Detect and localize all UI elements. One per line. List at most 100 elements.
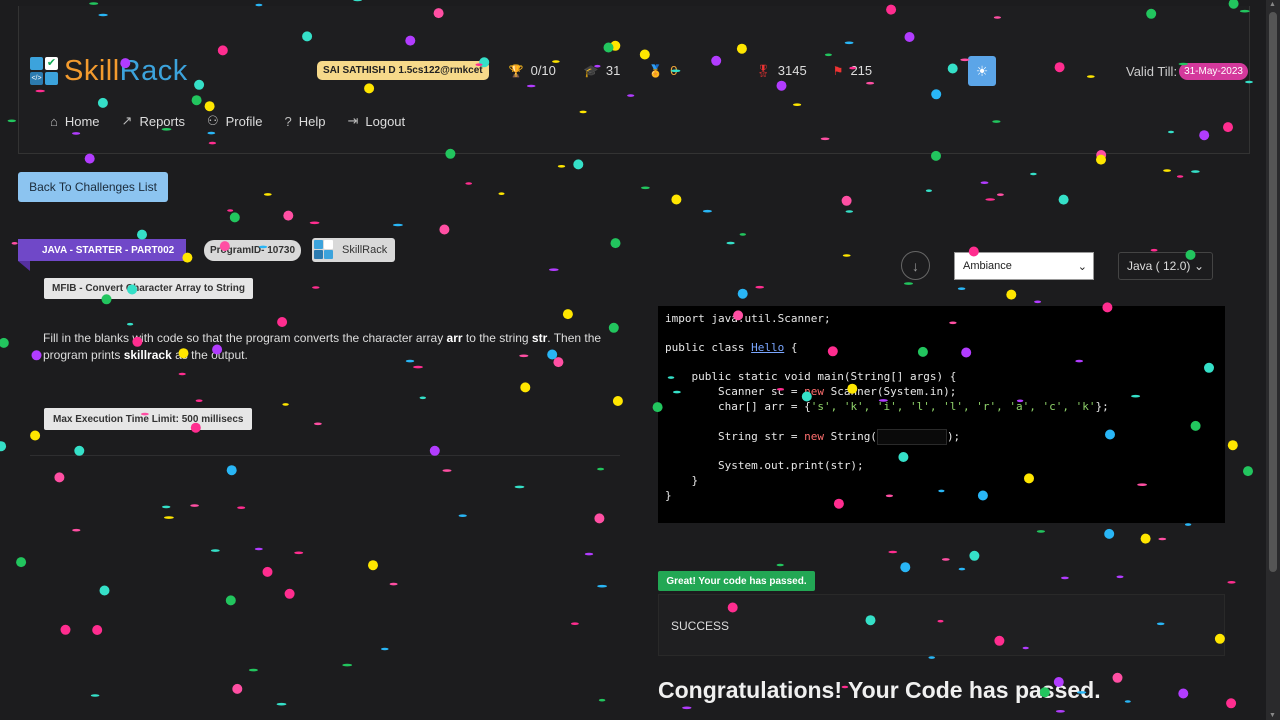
confetti-piece [237,506,246,510]
confetti-piece [571,622,579,625]
theme-toggle-button[interactable]: ☀ [968,56,996,86]
scroll-down-button[interactable]: ↓ [901,251,930,280]
confetti-piece [413,365,423,369]
confetti-piece [342,663,353,667]
confetti-piece [229,212,240,223]
skillrack-mini-logo-icon [314,240,334,260]
confetti-piece [31,350,42,361]
nav-home[interactable]: ⌂ Home [50,113,100,129]
confetti-piece [1140,533,1151,544]
language-select[interactable]: Java ( 12.0) ⌄ [1118,252,1213,280]
confetti-piece [1191,170,1200,173]
confetti-piece [682,706,692,710]
confetti-piece [127,322,134,326]
skillrack-logo[interactable]: ✔ </> SkillRack [30,55,188,88]
sun-icon: ☀ [975,62,989,79]
output-panel: SUCCESS [658,594,1225,656]
help-icon: ? [284,113,292,129]
confetti-piece [957,287,966,291]
graduation-cap-icon: 🎓 [583,63,599,78]
confetti-piece [1096,154,1106,165]
confetti-piece [941,558,950,561]
confetti-piece [314,422,322,426]
confetti-piece [980,181,989,184]
confetti-piece [368,560,378,571]
user-stats-bar: SAI SATHISH D 1.5cs122@rmkcet 🏆 0/10 🎓 31 … [317,61,872,80]
program-id-tag: ProgramID- 10730 [204,240,302,261]
confetti-piece [227,209,234,212]
problem-title: MFIB - Convert Character Array to String [44,278,253,299]
confetti-piece [0,441,7,452]
confetti-piece [248,668,258,672]
confetti-piece [439,224,450,235]
confetti-piece [573,159,584,170]
output-text: SUCCESS [671,619,730,633]
trophy-stat: 🏆 0/10 [508,63,556,78]
confetti-piece [671,194,682,205]
confetti-piece [1226,698,1237,709]
confetti-piece [985,198,995,201]
arrow-down-icon: ↓ [912,257,919,274]
confetti-piece [164,516,174,519]
confetti-piece [612,396,623,406]
trophy-icon: 🏆 [508,63,524,78]
page-scrollbar[interactable]: ▲ ▼ [1266,0,1280,720]
nav-logout[interactable]: ⇥ Logout [347,113,405,129]
confetti-piece [562,309,573,320]
medal-stat: 🏅 0 [648,63,678,78]
problem-description: Fill in the blanks with code so that the… [43,331,602,362]
confetti-piece [755,285,764,289]
confetti-piece [597,467,604,471]
confetti-piece [1055,710,1065,713]
confetti-piece [381,647,389,651]
scroll-down-icon[interactable]: ▼ [1269,712,1276,719]
confetti-piece [30,430,41,441]
nav-help[interactable]: ? Help [285,113,326,129]
confetti-piece [1006,289,1017,300]
editor-theme-select[interactable]: Ambiance ⌄ [954,252,1094,280]
confetti-piece [99,585,110,596]
chevron-down-icon: ⌄ [1077,260,1087,273]
valid-date-badge: 31-May-2023 [1179,63,1248,80]
confetti-piece [726,241,735,245]
confetti-piece [904,282,913,285]
confetti-piece [549,268,559,272]
confetti-piece [845,210,853,213]
confetti-piece [842,254,851,257]
nav-profile[interactable]: ⚇ Profile [207,113,263,129]
confetti-piece [1158,537,1167,541]
code-editor[interactable]: import java.util.Scanner; public class H… [658,306,1225,523]
back-to-challenges-button[interactable]: Back To Challenges List [18,172,168,202]
confetti-piece [888,550,898,554]
passed-badge: Great! Your code has passed. [658,571,815,591]
confetti-piece [16,557,27,568]
scroll-up-icon[interactable]: ▲ [1269,1,1276,8]
confetti-piece [465,182,473,185]
divider [30,455,620,456]
confetti-piece [598,698,606,702]
confetti-piece [514,485,525,489]
confetti-piece [309,221,320,225]
confetti-piece [89,2,99,5]
confetti-piece [928,656,935,659]
confetti-piece [389,582,398,586]
confetti-piece [0,337,9,348]
confetti-piece [776,563,784,567]
confetti-piece [925,189,932,192]
confetti-piece [1185,523,1192,526]
confetti-piece [1178,688,1189,699]
nav-reports[interactable]: ↗ Reports [122,113,185,129]
code-blank-input[interactable] [876,428,947,445]
confetti-piece [190,504,199,507]
confetti-piece [1124,700,1131,703]
confetti-piece [84,153,95,164]
confetti-piece [226,465,237,476]
congratulations-message: Congratulations! Your Code has passed. [658,677,1101,703]
confetti-piece [210,549,220,552]
logo-mark-icon: ✔ </> [30,56,60,87]
scrollbar-thumb[interactable] [1269,12,1277,572]
confetti-piece [1243,466,1253,477]
confetti-piece [442,469,452,472]
confetti-piece [262,566,273,577]
user-badge[interactable]: SAI SATHISH D 1.5cs122@rmkcet [317,61,489,80]
